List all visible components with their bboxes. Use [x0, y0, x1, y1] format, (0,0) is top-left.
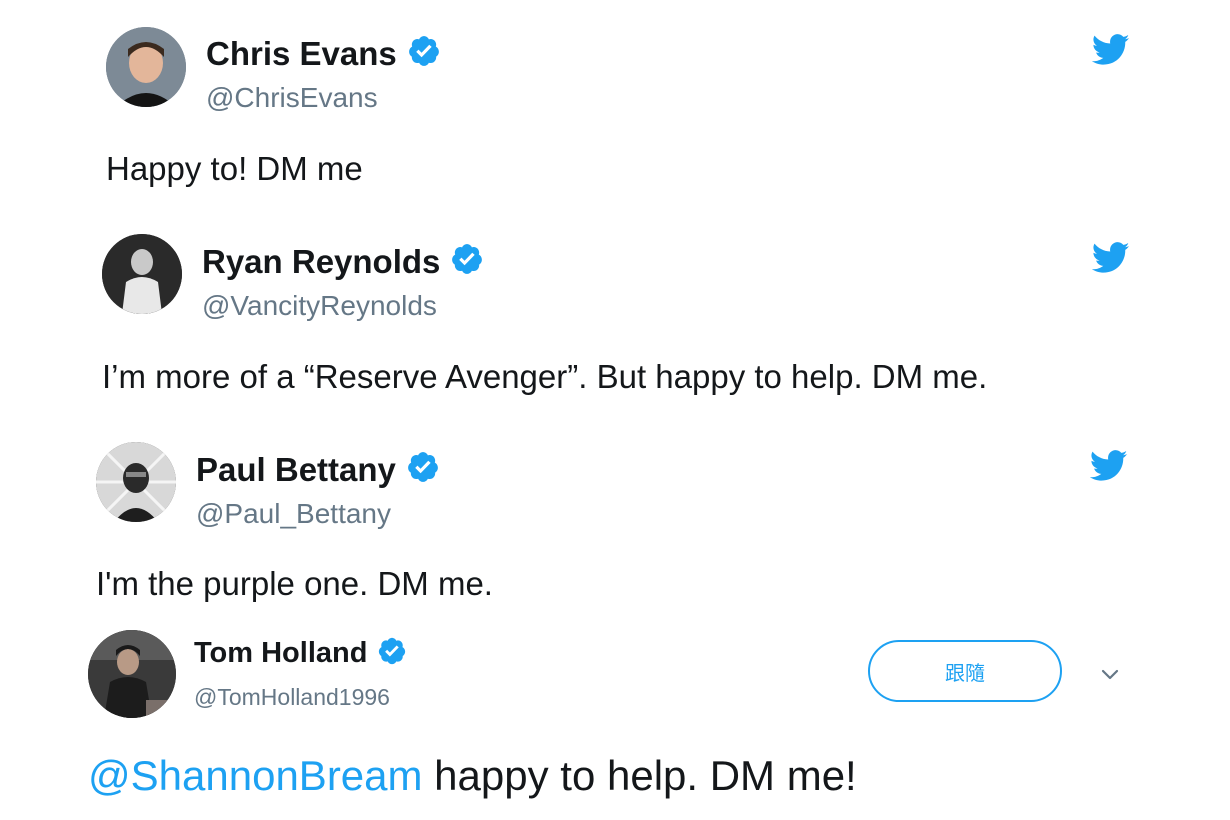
verified-badge-icon	[377, 636, 407, 671]
avatar[interactable]	[106, 27, 186, 107]
avatar[interactable]	[96, 442, 176, 522]
display-name[interactable]: Ryan Reynolds	[202, 243, 440, 281]
tweet-text-body: happy to help. DM me!	[422, 752, 857, 799]
tweet-text: Happy to! DM me	[106, 150, 363, 187]
follow-button[interactable]: 跟隨	[868, 640, 1062, 702]
display-name[interactable]: Paul Bettany	[196, 451, 396, 489]
chevron-down-icon[interactable]	[1098, 662, 1122, 686]
avatar[interactable]	[88, 630, 176, 718]
tweet-text: I'm the purple one. DM me.	[96, 565, 493, 602]
user-handle[interactable]: @ChrisEvans	[206, 82, 378, 114]
twitter-bird-icon[interactable]	[1091, 34, 1130, 71]
user-handle[interactable]: @Paul_Bettany	[196, 498, 391, 530]
tweet-text: @ShannonBream happy to help. DM me!	[88, 752, 857, 800]
user-handle[interactable]: @TomHolland1996	[194, 684, 390, 711]
mention-link[interactable]: @ShannonBream	[88, 752, 423, 799]
display-name[interactable]: Tom Holland	[194, 637, 367, 670]
verified-badge-icon	[407, 34, 441, 73]
twitter-bird-icon[interactable]	[1089, 450, 1128, 487]
verified-badge-icon	[406, 450, 440, 489]
avatar[interactable]	[102, 234, 182, 314]
twitter-bird-icon[interactable]	[1091, 242, 1130, 279]
verified-badge-icon	[450, 242, 484, 281]
display-name[interactable]: Chris Evans	[206, 35, 397, 73]
tweet-text: I’m more of a “Reserve Avenger”. But hap…	[102, 358, 988, 395]
user-handle[interactable]: @VancityReynolds	[202, 290, 437, 322]
